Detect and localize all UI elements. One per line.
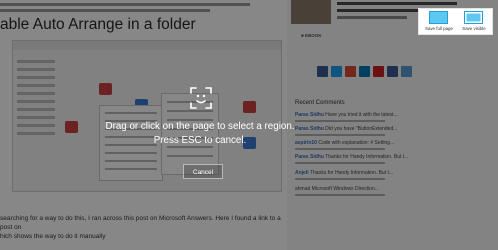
screenshot-toolbar: Save full page Save visible	[418, 8, 493, 35]
save-full-page-label: Save full page	[425, 26, 453, 31]
save-visible-label: Save visible	[462, 26, 486, 31]
visible-area-icon	[464, 11, 483, 24]
save-full-page-button[interactable]: Save full page	[421, 11, 457, 34]
save-visible-button[interactable]: Save visible	[456, 11, 492, 34]
capture-smiley-icon	[190, 87, 212, 109]
cancel-button[interactable]: Cancel	[183, 164, 223, 179]
full-page-icon	[429, 11, 448, 24]
capture-instruction-text: Drag or click on the page to select a re…	[105, 121, 295, 146]
